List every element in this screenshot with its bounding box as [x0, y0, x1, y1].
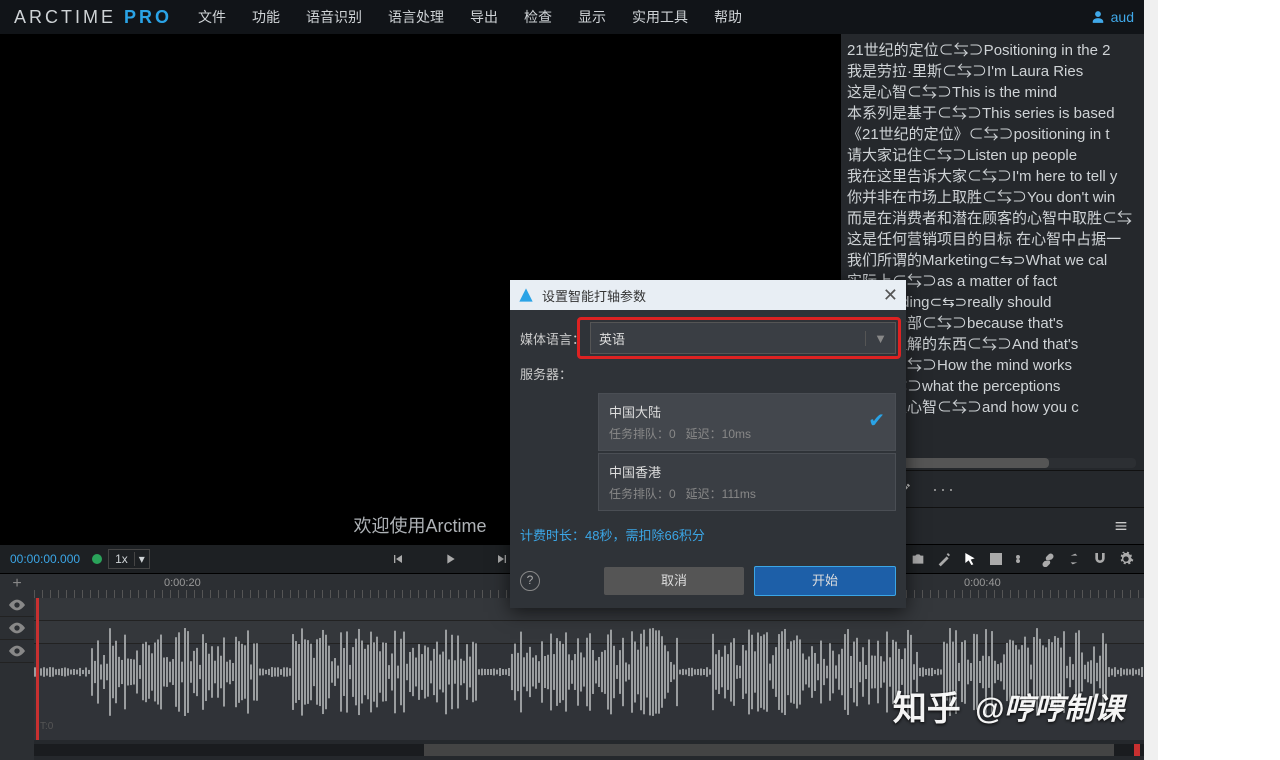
help-icon[interactable]: ?	[520, 571, 540, 591]
timeline-hscroll[interactable]	[34, 744, 1144, 756]
track-visibility-2[interactable]	[0, 617, 34, 640]
gear-icon[interactable]	[1118, 551, 1134, 567]
menu-1[interactable]: 功能	[240, 3, 292, 31]
subtitle-line[interactable]: 21世纪的定位⊂⇆⊃Positioning in the 2	[847, 40, 1138, 61]
server-option-0[interactable]: 中国大陆任务排队：0 延迟：10ms✔	[598, 393, 896, 451]
subtitle-line[interactable]: 你并非在市场上取胜⊂⇆⊃You don't win	[847, 187, 1138, 208]
check-icon: ✔	[868, 408, 885, 433]
swap-icon[interactable]	[1066, 551, 1082, 567]
app-logo: ARCTIME PRO	[0, 7, 186, 28]
highlight-box	[577, 317, 901, 359]
subtitle-line[interactable]: 我们所谓的Marketing⊂⇆⊃What we cal	[847, 250, 1138, 271]
end-marker	[1134, 744, 1140, 756]
user-icon	[1091, 10, 1105, 24]
language-select[interactable]: 英语▼	[590, 322, 896, 354]
subtitle-line[interactable]: 《21世纪的定位》⊂⇆⊃positioning in t	[847, 124, 1138, 145]
edit-box-icon[interactable]	[988, 551, 1004, 567]
add-track-button[interactable]: +	[0, 574, 34, 594]
menu-7[interactable]: 实用工具	[620, 3, 700, 31]
subtitle-line[interactable]: 这是心智⊂⇆⊃This is the mind	[847, 82, 1138, 103]
menu-6[interactable]: 显示	[566, 3, 618, 31]
watermark: 知乎 @哼哼制课	[893, 681, 1124, 730]
server-label: 服务器：	[520, 364, 590, 383]
dialog-titlebar[interactable]: 设置智能打轴参数 ✕	[510, 280, 906, 310]
next-button[interactable]	[494, 551, 510, 567]
menu-0[interactable]: 文件	[186, 3, 238, 31]
menu-2[interactable]: 语音识别	[294, 3, 374, 31]
menu-5[interactable]: 检查	[512, 3, 564, 31]
subtitle-line[interactable]: 请大家记住⊂⇆⊃Listen up people	[847, 145, 1138, 166]
menu-8[interactable]: 帮助	[702, 3, 754, 31]
more-button[interactable]: ···	[931, 476, 957, 502]
magnet-icon[interactable]	[1092, 551, 1108, 567]
subtitle-line[interactable]: 本系列是基于⊂⇆⊃This series is based	[847, 103, 1138, 124]
browser-scrollbar[interactable]	[1144, 0, 1158, 760]
close-icon[interactable]: ✕	[883, 285, 898, 306]
cancel-button[interactable]: 取消	[604, 567, 744, 595]
track-visibility-1[interactable]	[0, 594, 34, 617]
pointer-icon[interactable]	[962, 551, 978, 567]
billing-info: 计费时长：48秒，需扣除66积分	[520, 513, 896, 552]
server-option-1[interactable]: 中国香港任务排队：0 延迟：111ms	[598, 453, 896, 511]
status-dot	[92, 554, 102, 564]
start-button[interactable]: 开始	[754, 566, 896, 596]
subtitle-line[interactable]: 我是劳拉·里斯⊂⇆⊃I'm Laura Ries	[847, 61, 1138, 82]
timecode: 00:00:00.000	[4, 552, 86, 566]
subtitle-line[interactable]: 而是在消费者和潜在顾客的心智中取胜⊂⇆	[847, 208, 1138, 229]
track-visibility-3[interactable]	[0, 640, 34, 663]
list-view-button[interactable]	[1108, 513, 1134, 539]
playhead[interactable]	[36, 598, 39, 740]
smart-timing-dialog: 设置智能打轴参数 ✕ 媒体语言： 英语▼ 服务器： 中国大陆任务排队：0 延迟：…	[510, 280, 906, 608]
prev-button[interactable]	[390, 551, 406, 567]
lang-label: 媒体语言：	[520, 329, 590, 348]
menu-3[interactable]: 语言处理	[376, 3, 456, 31]
play-button[interactable]	[442, 551, 458, 567]
speed-select[interactable]: 1x▾	[108, 549, 150, 569]
camera-icon[interactable]	[910, 551, 926, 567]
menu-4[interactable]: 导出	[458, 3, 510, 31]
wand-icon[interactable]	[936, 551, 952, 567]
subtitle-line[interactable]: 我在这里告诉大家⊂⇆⊃I'm here to tell y	[847, 166, 1138, 187]
app-small-icon	[518, 287, 534, 303]
subtitle-line[interactable]: 这是任何营销项目的目标 在心智中占据一	[847, 229, 1138, 250]
link-icon[interactable]	[1040, 551, 1056, 567]
cut-icon[interactable]	[1014, 551, 1030, 567]
user-account[interactable]: aud	[1091, 9, 1144, 25]
menubar: ARCTIME PRO 文件功能语音识别语言处理导出检查显示实用工具帮助 aud	[0, 0, 1144, 34]
